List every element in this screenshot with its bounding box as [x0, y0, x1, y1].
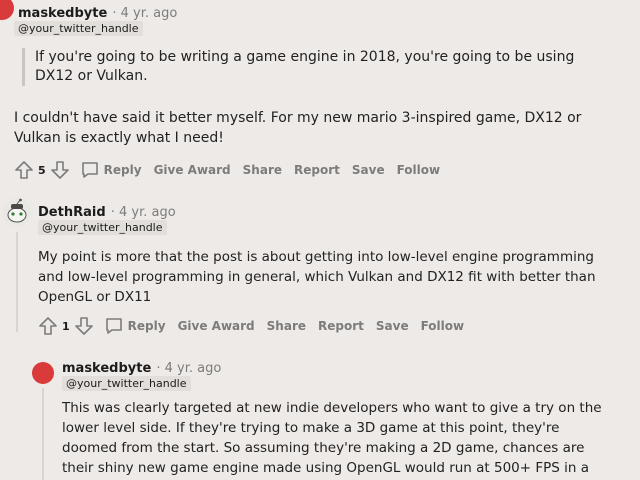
snoo-avatar-icon	[3, 198, 31, 226]
timestamp[interactable]: · 4 yr. ago	[112, 6, 177, 21]
comment-bubble-icon[interactable]	[104, 316, 124, 336]
give-award-button[interactable]: Give Award	[154, 163, 231, 177]
comment-header: maskedbyte · 4 yr. ago	[62, 357, 221, 376]
user-flair: @your_twitter_handle	[38, 220, 167, 235]
upvote-icon[interactable]	[14, 160, 34, 180]
reply-button[interactable]: Reply	[128, 319, 166, 333]
quote-text: If you're going to be writing a game eng…	[35, 49, 575, 84]
upvote-icon[interactable]	[38, 316, 58, 336]
follow-button[interactable]: Follow	[421, 319, 465, 333]
user-avatar[interactable]	[3, 198, 31, 226]
user-flair: @your_twitter_handle	[14, 21, 143, 36]
save-button[interactable]: Save	[352, 163, 385, 177]
downvote-icon[interactable]	[74, 316, 94, 336]
username[interactable]: maskedbyte	[62, 361, 151, 376]
timestamp[interactable]: · 4 yr. ago	[111, 205, 176, 220]
comment-actions: 5 Reply Give Award Share Report Save Fol…	[14, 160, 452, 180]
report-button[interactable]: Report	[294, 163, 340, 177]
comment-text: This was clearly targeted at new indie d…	[62, 400, 602, 476]
comment-header: maskedbyte · 4 yr. ago	[18, 2, 177, 21]
blockquote: If you're going to be writing a game eng…	[22, 48, 595, 86]
comment-text: I couldn't have said it better myself. F…	[14, 110, 582, 146]
save-button[interactable]: Save	[376, 319, 409, 333]
user-avatar[interactable]	[32, 362, 54, 384]
comment-bubble-icon[interactable]	[80, 160, 100, 180]
follow-button[interactable]: Follow	[397, 163, 441, 177]
comment-text: My point is more that the post is about …	[38, 249, 596, 305]
username[interactable]: DethRaid	[38, 205, 106, 220]
reply-button[interactable]: Reply	[104, 163, 142, 177]
vote-count: 5	[38, 163, 46, 177]
username[interactable]: maskedbyte	[18, 6, 107, 21]
share-button[interactable]: Share	[243, 163, 282, 177]
timestamp[interactable]: · 4 yr. ago	[156, 361, 221, 376]
vote-count: 1	[62, 319, 70, 333]
comment-actions: 1 Reply Give Award Share Report Save Fol…	[38, 316, 476, 336]
give-award-button[interactable]: Give Award	[178, 319, 255, 333]
thread-line[interactable]	[42, 388, 44, 480]
thread-line[interactable]	[16, 232, 18, 332]
comment-header: DethRaid · 4 yr. ago	[38, 201, 176, 220]
user-flair: @your_twitter_handle	[62, 376, 191, 391]
share-button[interactable]: Share	[267, 319, 306, 333]
downvote-icon[interactable]	[50, 160, 70, 180]
report-button[interactable]: Report	[318, 319, 364, 333]
user-avatar[interactable]	[0, 0, 14, 20]
